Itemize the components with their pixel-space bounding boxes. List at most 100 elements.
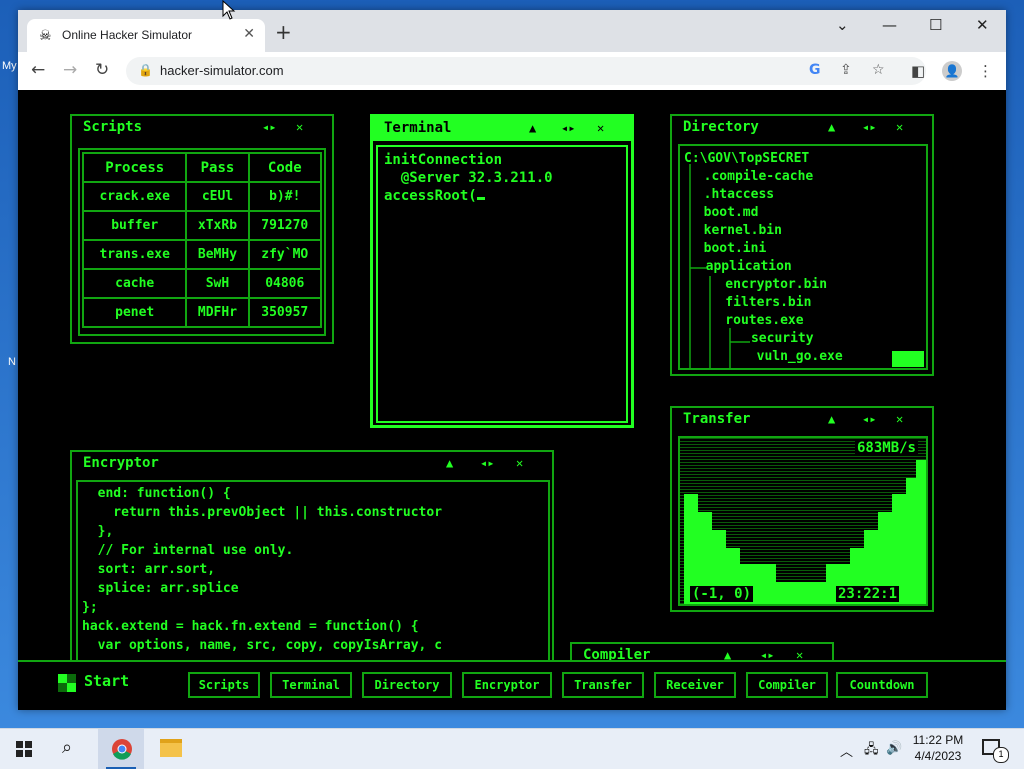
transfer-titlebar[interactable]: Transfer ▲ ◂▸ ✕ — [672, 408, 932, 432]
tray-chevron-icon[interactable]: ︿ — [840, 741, 853, 760]
desktop-icon-label[interactable]: N — [8, 356, 16, 368]
resize-icon[interactable]: ◂▸ — [262, 120, 276, 134]
taskbar-compiler-button[interactable]: Compiler — [746, 672, 828, 698]
new-tab-icon[interactable]: + — [275, 22, 292, 42]
maximize-icon[interactable]: ☐ — [929, 16, 942, 34]
tree-item[interactable]: .compile-cache — [688, 168, 814, 186]
code-line: }; — [82, 600, 98, 615]
menu-kebab-icon[interactable]: ⋮ — [978, 62, 993, 80]
scripts-titlebar[interactable]: Scripts ◂▸ ✕ — [72, 116, 332, 140]
browser-tab[interactable]: ☠ Online Hacker Simulator ✕ — [27, 19, 265, 52]
close-icon[interactable]: ✕ — [896, 120, 903, 134]
close-icon[interactable]: ✕ — [896, 412, 903, 426]
pass-cell: BeMHy — [185, 239, 250, 270]
tree-item[interactable]: vuln_go.exe — [694, 348, 843, 366]
url-text[interactable]: hacker-simulator.com — [160, 63, 284, 78]
omnibox[interactable]: 🔒 hacker-simulator.com G ⇪ ☆ — [126, 57, 926, 85]
scripts-table: Process Pass Code crack.exe cEUl b)#! bu… — [81, 152, 323, 328]
tree-item[interactable]: kernel.bin — [688, 222, 782, 240]
tree-folder[interactable]: application — [690, 258, 792, 276]
resize-icon[interactable]: ◂▸ — [561, 121, 575, 135]
search-icon[interactable]: ⌕ — [62, 737, 72, 759]
tree-item[interactable]: routes.exe — [694, 312, 803, 330]
tree-folder[interactable]: security — [704, 330, 814, 348]
taskbar-receiver-button[interactable]: Receiver — [654, 672, 736, 698]
address-bar: ← → ↻ 🔒 hacker-simulator.com G ⇪ ☆ ◧ 👤 ⋮ — [18, 52, 1006, 91]
close-icon[interactable]: ✕ — [296, 120, 303, 134]
directory-title: Directory — [683, 119, 759, 135]
directory-titlebar[interactable]: Directory ▲ ◂▸ ✕ — [672, 116, 932, 140]
directory-window[interactable]: Directory ▲ ◂▸ ✕ C:\GOV\TopSECRET .compi… — [670, 114, 934, 376]
chrome-taskbar-button[interactable] — [98, 729, 144, 769]
lock-icon[interactable]: 🔒 — [138, 63, 153, 77]
process-cell: penet — [81, 297, 188, 328]
tree-item[interactable]: boot.ini — [688, 240, 767, 258]
process-cell: cache — [81, 268, 188, 299]
maximize-triangle-icon[interactable]: ▲ — [529, 121, 536, 135]
code-line: // For internal use only. — [82, 543, 294, 558]
scripts-window[interactable]: Scripts ◂▸ ✕ Process Pass Code crack.exe… — [70, 114, 334, 344]
encryptor-title: Encryptor — [83, 455, 159, 471]
network-icon[interactable]: 🖧 — [864, 740, 879, 762]
tree-item[interactable]: .htaccess — [688, 186, 774, 204]
side-panel-icon[interactable]: ◧ — [911, 62, 925, 80]
column-header: Pass — [185, 152, 250, 183]
terminal-titlebar[interactable]: Terminal ▲ ◂▸ ✕ — [373, 117, 631, 141]
tree-root[interactable]: C:\GOV\TopSECRET — [684, 150, 809, 168]
taskbar-transfer-button[interactable]: Transfer — [562, 672, 644, 698]
google-translate-icon[interactable]: G — [809, 62, 821, 78]
forward-icon[interactable]: → — [63, 61, 77, 79]
terminal-line: @Server 32.3.211.0 — [384, 170, 553, 186]
file-explorer-icon[interactable] — [160, 739, 182, 757]
volume-icon[interactable]: 🔊 — [886, 740, 902, 756]
share-icon[interactable]: ⇪ — [840, 62, 852, 78]
clock[interactable]: 11:22 PM 4/4/2023 — [912, 733, 964, 763]
back-icon[interactable]: ← — [31, 61, 45, 79]
pass-cell: SwH — [185, 268, 250, 299]
maximize-triangle-icon[interactable]: ▲ — [446, 456, 453, 470]
taskbar-terminal-button[interactable]: Terminal — [270, 672, 352, 698]
tree-item[interactable]: boot.md — [688, 204, 759, 222]
close-icon[interactable]: ✕ — [597, 121, 604, 135]
bookmark-star-icon[interactable]: ☆ — [872, 62, 885, 78]
taskbar-scripts-button[interactable]: Scripts — [188, 672, 260, 698]
reload-icon[interactable]: ↻ — [95, 61, 109, 79]
encryptor-code: end: function() { return this.prevObject… — [76, 480, 550, 676]
profile-avatar-icon[interactable]: 👤 — [942, 61, 962, 81]
windows-taskbar: ⌕ ︿ 🖧 🔊 11:22 PM 4/4/2023 1 — [0, 728, 1024, 769]
desktop-icon-label[interactable]: My — [2, 60, 17, 72]
table-row: penet MDFHr 350957 — [81, 297, 323, 328]
close-icon[interactable]: ✕ — [516, 456, 523, 470]
resize-icon[interactable]: ◂▸ — [862, 412, 876, 426]
resize-icon[interactable]: ◂▸ — [862, 120, 876, 134]
pass-cell: xTxRb — [185, 210, 250, 241]
terminal-output[interactable]: initConnection @Server 32.3.211.0 access… — [376, 145, 628, 423]
terminal-window[interactable]: Terminal ▲ ◂▸ ✕ initConnection @Server 3… — [370, 114, 634, 428]
windows-start-icon[interactable] — [16, 741, 32, 757]
pass-cell: cEUl — [185, 181, 250, 212]
pass-cell: MDFHr — [185, 297, 250, 328]
process-cell: trans.exe — [81, 239, 188, 270]
transfer-window[interactable]: Transfer ▲ ◂▸ ✕ 683MB/s (-1, 0) 23:22:1 — [670, 406, 934, 612]
taskbar-encryptor-button[interactable]: Encryptor — [462, 672, 552, 698]
maximize-triangle-icon[interactable]: ▲ — [828, 412, 835, 426]
taskbar-directory-button[interactable]: Directory — [362, 672, 452, 698]
maximize-triangle-icon[interactable]: ▲ — [828, 120, 835, 134]
close-window-icon[interactable]: ✕ — [976, 16, 989, 34]
resize-icon[interactable]: ◂▸ — [480, 456, 494, 470]
encryptor-titlebar[interactable]: Encryptor ▲ ◂▸ ✕ — [72, 452, 552, 476]
hacker-simulator-page: Scripts ◂▸ ✕ Process Pass Code crack.exe… — [18, 90, 1006, 710]
code-cell: 04806 — [247, 268, 323, 299]
start-label: Start — [84, 672, 130, 690]
tree-item[interactable]: encryptor.bin — [694, 276, 827, 294]
tab-search-icon[interactable]: ⌄ — [836, 16, 849, 34]
column-header: Process — [81, 152, 188, 183]
encryptor-window[interactable]: Encryptor ▲ ◂▸ ✕ end: function() { retur… — [70, 450, 554, 680]
tree-item[interactable]: filters.bin — [694, 294, 811, 312]
tab-bar: ☠ Online Hacker Simulator ✕ + ⌄ — ☐ ✕ — [18, 10, 1006, 52]
tab-title: Online Hacker Simulator — [62, 28, 193, 42]
column-header: Code — [247, 152, 323, 183]
taskbar-countdown-button[interactable]: Countdown — [836, 672, 928, 698]
minimize-icon[interactable]: — — [882, 16, 897, 34]
tab-close-icon[interactable]: ✕ — [243, 26, 255, 42]
